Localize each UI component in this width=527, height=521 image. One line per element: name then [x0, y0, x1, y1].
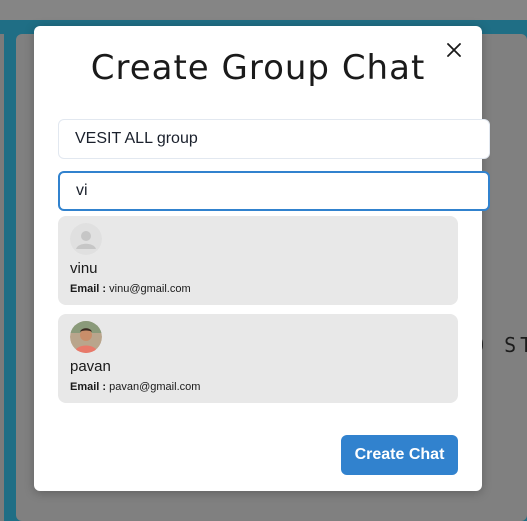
email-label: Email : — [70, 381, 107, 393]
email-value: pavan@gmail.com — [109, 381, 201, 393]
user-list-item[interactable]: pavan Email : pavan@gmail.com — [58, 314, 458, 403]
page-top-bar — [0, 0, 527, 20]
user-email: Email : pavan@gmail.com — [70, 381, 200, 393]
create-chat-button[interactable]: Create Chat — [341, 435, 458, 475]
search-results-list: vinu Email : vinu@gmail.com pavan Email … — [58, 216, 458, 412]
default-avatar-icon — [70, 223, 102, 255]
user-email: Email : vinu@gmail.com — [70, 283, 191, 295]
add-users-search-input[interactable] — [58, 171, 490, 211]
email-value: vinu@gmail.com — [109, 283, 191, 295]
chat-name-input[interactable] — [58, 119, 490, 159]
modal-title: Create Group Chat — [90, 48, 426, 88]
create-group-chat-modal: Create Group Chat vinu Email : vinu@gmai… — [34, 26, 490, 491]
email-label: Email : — [70, 283, 107, 295]
profile-photo — [70, 321, 102, 353]
user-name: vinu — [70, 260, 98, 277]
user-list-item[interactable]: vinu Email : vinu@gmail.com — [58, 216, 458, 305]
user-name: pavan — [70, 358, 111, 375]
left-panel-edge — [0, 34, 4, 521]
